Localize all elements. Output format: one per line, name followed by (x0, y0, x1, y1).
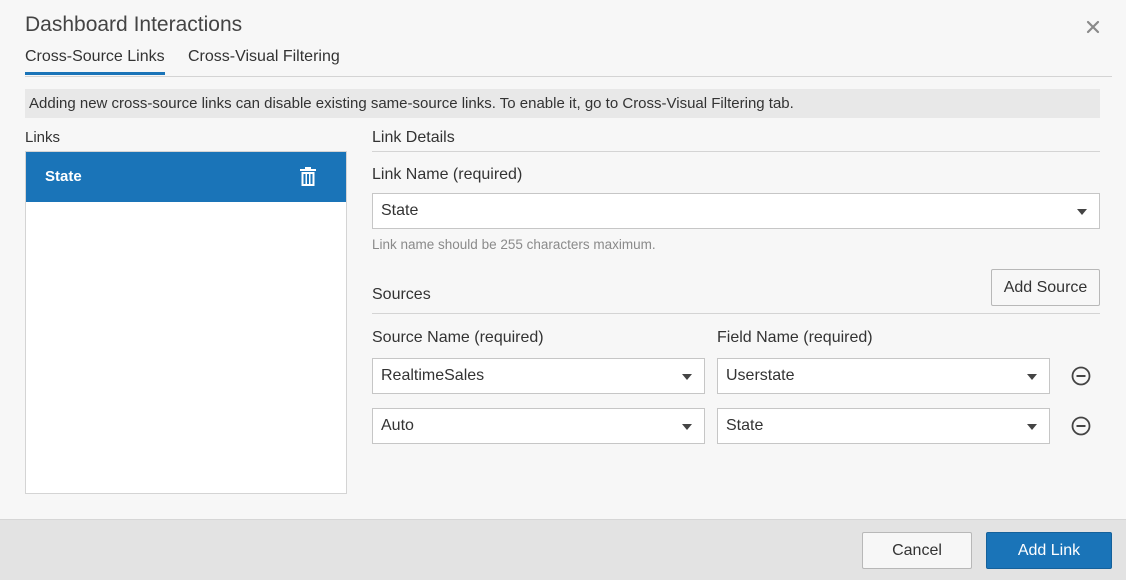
cancel-button[interactable]: Cancel (862, 532, 972, 569)
field-name-value: Userstate (726, 367, 795, 384)
link-name-select[interactable]: State (372, 193, 1100, 229)
source-name-value: Auto (381, 417, 414, 434)
link-item-state[interactable]: State (26, 152, 346, 202)
tab-cross-source-links[interactable]: Cross-Source Links (25, 48, 165, 75)
chevron-down-icon (1027, 424, 1037, 430)
source-name-select-2[interactable]: Auto (372, 408, 705, 444)
link-name-value: State (381, 202, 419, 219)
links-label: Links (25, 129, 61, 146)
links-list: State (25, 151, 347, 494)
link-name-label: Link Name (required) (372, 166, 523, 183)
remove-circle-icon[interactable] (1071, 416, 1091, 436)
chevron-down-icon (682, 374, 692, 380)
add-source-button[interactable]: Add Source (991, 269, 1100, 306)
sources-label: Sources (372, 286, 431, 303)
dashboard-interactions-dialog: Dashboard Interactions Cross-Source Link… (0, 0, 1126, 580)
link-details-title: Link Details (372, 129, 455, 146)
add-link-button[interactable]: Add Link (986, 532, 1112, 569)
dialog-title: Dashboard Interactions (25, 13, 243, 36)
tab-bar: Cross-Source Links Cross-Visual Filterin… (25, 44, 1112, 77)
notice-banner: Adding new cross-source links can disabl… (25, 89, 1100, 118)
field-name-value: State (726, 417, 764, 434)
field-name-select-2[interactable]: State (717, 408, 1050, 444)
trash-icon[interactable] (299, 167, 317, 187)
close-icon[interactable] (1083, 17, 1103, 37)
source-name-value: RealtimeSales (381, 367, 485, 384)
chevron-down-icon (1027, 374, 1037, 380)
divider (372, 313, 1100, 314)
link-item-label: State (45, 168, 82, 185)
source-name-label: Source Name (required) (372, 329, 544, 346)
source-name-select-1[interactable]: RealtimeSales (372, 358, 705, 394)
remove-circle-icon[interactable] (1071, 366, 1091, 386)
dialog-footer: Cancel Add Link (0, 519, 1126, 580)
chevron-down-icon (682, 424, 692, 430)
tab-cross-visual-filtering[interactable]: Cross-Visual Filtering (188, 48, 340, 66)
field-name-select-1[interactable]: Userstate (717, 358, 1050, 394)
chevron-down-icon (1077, 209, 1087, 215)
field-name-label: Field Name (required) (717, 329, 873, 346)
divider (372, 151, 1100, 152)
link-name-hint: Link name should be 255 characters maxim… (372, 237, 656, 252)
